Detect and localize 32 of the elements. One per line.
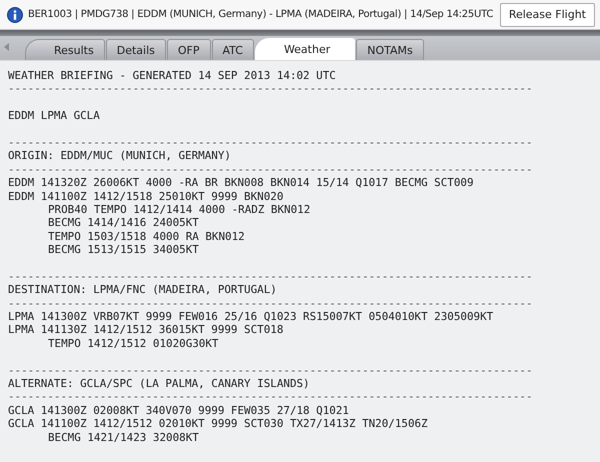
section-heading: ALTERNATE: GCLA/SPC (LA PALMA, CANARY ISLANDS) — [8, 376, 310, 390]
briefing-line: EDDM 141320Z 26006KT 4000 -RA BR BKN008 BKN014 15/14 Q1017 BECMG SCT009 — [8, 176, 474, 190]
briefing-line: TEMPO 1503/1518 4000 RA BKN012 — [48, 230, 245, 244]
briefing-line: BECMG 1513/1515 34005KT — [48, 243, 199, 256]
briefing-line: GCLA 141300Z 02008KT 340V070 9999 FEW035 27/18 Q1021 — [8, 404, 349, 418]
briefing-line: PROB40 TEMPO 1412/1414 4000 -RADZ BKN012 — [48, 202, 310, 216]
dashed-rule: -------------------------------------------------------------------------------- — [8, 82, 533, 96]
briefing-line: TEMPO 1412/1512 01020G30KT — [48, 336, 218, 350]
tab[interactable]: ATC — [212, 39, 254, 60]
briefing-line: BECMG 1421/1423 32008KT — [48, 430, 199, 444]
dashed-rule: -------------------------------------------------------------------------------- — [8, 390, 533, 404]
section-heading: DESTINATION: LPMA/FNC (MADEIRA, PORTUGAL) — [8, 283, 277, 297]
dashed-rule: -------------------------------------------------------------------------------- — [8, 296, 533, 310]
tab[interactable]: Details — [106, 39, 166, 60]
dashed-rule: -------------------------------------------------------------------------------- — [8, 136, 533, 150]
briefing-line: WEATHER BRIEFING - GENERATED 14 SEP 2013 14:02 UTC — [8, 69, 336, 82]
section-heading: ORIGIN: EDDM/MUC (MUNICH, GERMANY) — [8, 149, 231, 163]
dashed-rule: -------------------------------------------------------------------------------- — [8, 364, 533, 377]
briefing-line: EDDM LPMA GCLA — [8, 109, 100, 123]
release-flight-button[interactable]: Release Flight — [500, 2, 595, 26]
flight-summary: BER1003 | PMDG738 | EDDM (MUNICH, Germany) - LPMA (MADEIRA, Portugal) | 14/Sep 14:25UTC — [28, 9, 494, 20]
dashed-rule: -------------------------------------------------------------------------------- — [8, 162, 533, 176]
tab[interactable]: Results — [25, 39, 105, 60]
tab[interactable]: NOTAMs — [356, 39, 424, 60]
briefing-line: BECMG 1414/1416 24005KT — [48, 216, 199, 230]
tab[interactable]: OFP — [166, 39, 210, 60]
briefing-line: GCLA 141100Z 1412/1512 02010KT 9999 SCT030 TX27/1413Z TN20/1506Z — [8, 417, 428, 431]
tab[interactable]: Weather — [254, 38, 356, 60]
dashed-rule: -------------------------------------------------------------------------------- — [8, 270, 533, 284]
briefing-line: LPMA 141130Z 1412/1512 36015KT 9999 SCT018 — [8, 323, 284, 337]
briefing-line: LPMA 141300Z VRB07KT 9999 FEW016 25/16 Q1023 RS15007KT 0504010KT 2305009KT — [8, 310, 494, 324]
briefing-line: EDDM 141100Z 1412/1518 25010KT 9999 BKN020 — [8, 190, 284, 203]
